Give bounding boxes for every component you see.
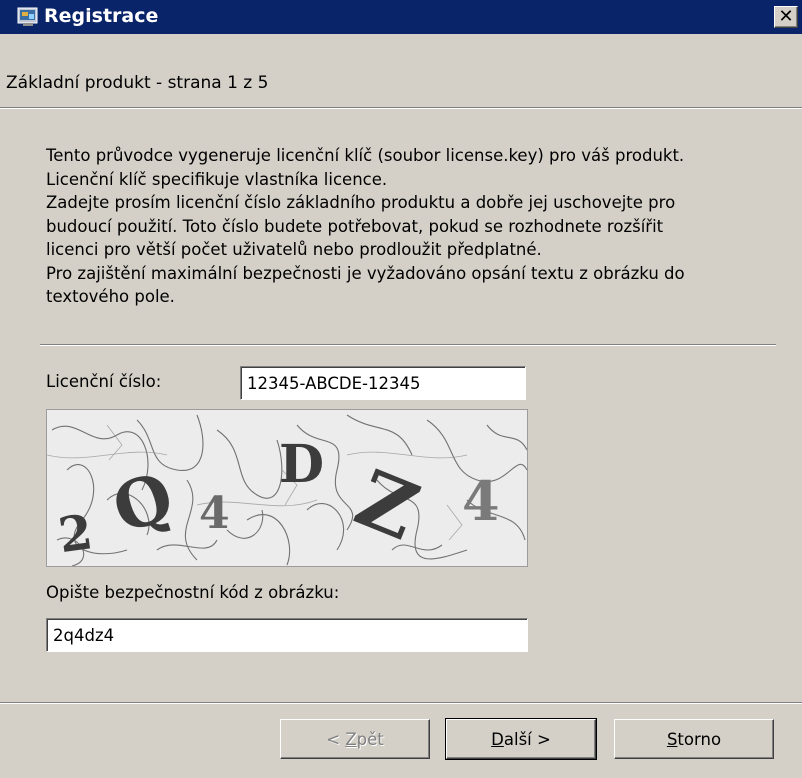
header-divider [0,107,802,109]
security-code-input[interactable] [46,618,528,652]
description-line: Tento průvodce vygeneruje licenční klíč … [46,146,685,165]
back-button[interactable]: < Zpět [280,719,430,759]
next-button-label: Další > [491,729,551,749]
back-button-label: < Zpět [326,729,384,749]
captcha-char: D [279,434,324,495]
description-line: Pro zajištění maximální bezpečnosti je v… [46,263,685,283]
description-text: Tento průvodce vygeneruje licenční klíč … [46,144,786,309]
description-line: textového pole. [46,287,175,306]
captcha-char: 4 [199,488,230,539]
captcha-graphic: 2 Q 4 D Z 4 [47,410,527,566]
title-bar[interactable]: Registrace ✕ [0,0,802,34]
captcha-image: 2 Q 4 D Z 4 [46,409,528,567]
description-line: Licenční klíč specifikuje vlastníka lice… [46,169,388,189]
license-number-label: Licenční číslo: [46,372,162,391]
description-line: budoucí použití. Toto číslo budete potře… [46,216,664,236]
cancel-button-label: Storno [666,729,722,749]
content-divider [40,344,776,346]
page-subtitle: Základní produkt - strana 1 z 5 [6,73,269,93]
cancel-button[interactable]: Storno [614,719,774,759]
footer-divider [0,702,802,704]
description-line: licenci pro větší počet uživatelů nebo p… [46,240,542,259]
window-title: Registrace [44,5,159,27]
captcha-char: 4 [462,469,500,533]
close-button[interactable]: ✕ [774,6,798,28]
next-button[interactable]: Další > [445,718,597,760]
license-number-input[interactable] [240,366,526,400]
security-code-label: Opište bezpečnostní kód z obrázku: [46,583,340,602]
description-line: Zadejte prosím licenční číslo základního… [46,193,676,212]
close-icon: ✕ [778,6,794,27]
registration-app-icon [17,7,38,26]
